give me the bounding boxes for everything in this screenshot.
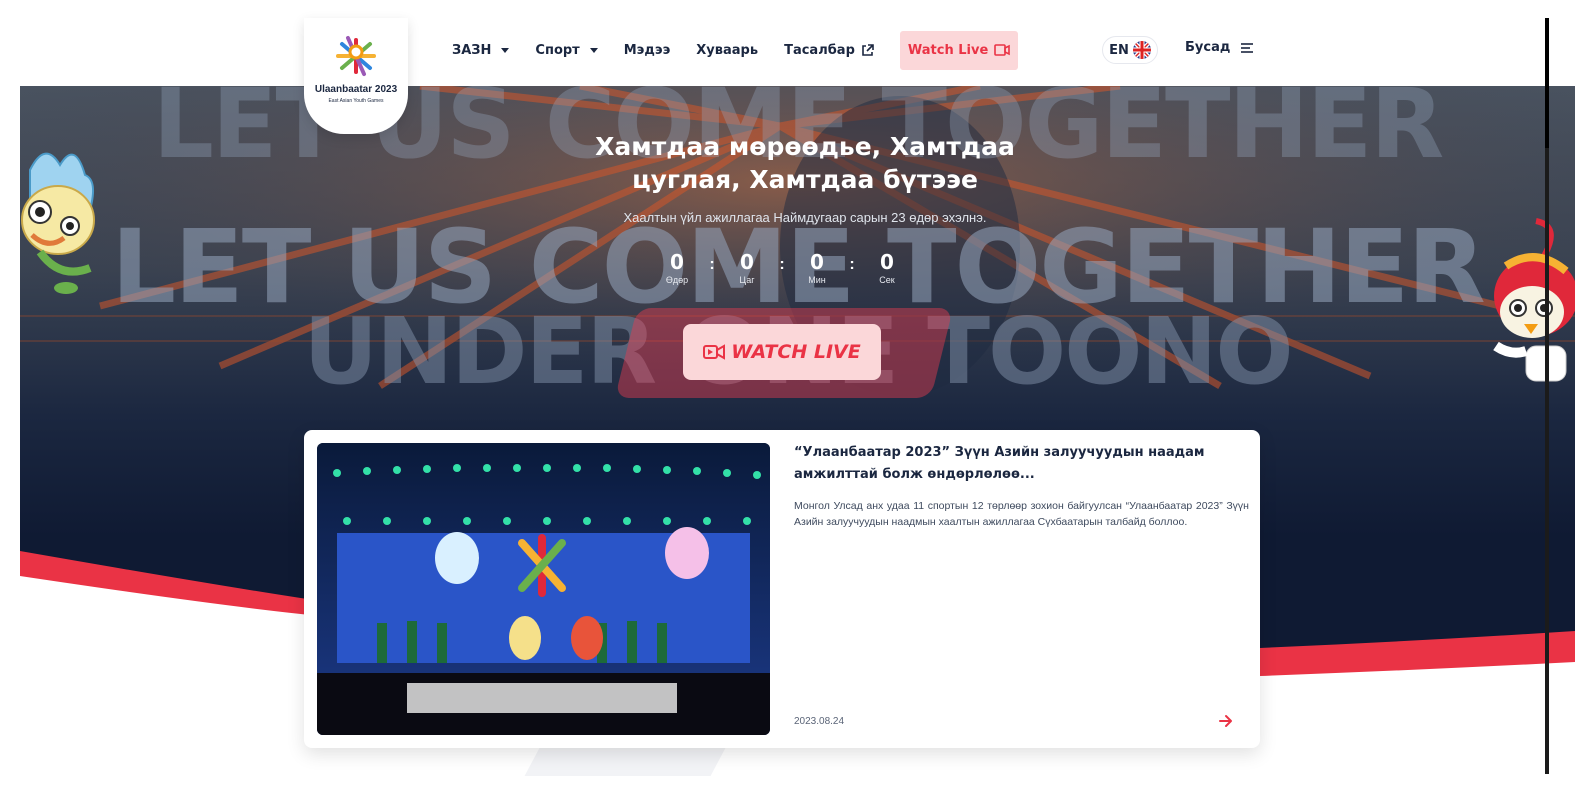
countdown-separator: :	[779, 256, 785, 273]
countdown-value: 0	[670, 250, 684, 274]
more-label: Бусад	[1185, 40, 1231, 55]
nav-item-schedule[interactable]: Хуваарь	[696, 43, 758, 58]
hero-subtitle: Хаалтын үйл ажиллагаа Наймдугаар сарын 2…	[623, 210, 987, 225]
mascot-right	[1493, 218, 1575, 382]
uk-flag-icon	[1132, 41, 1151, 59]
countdown-hours: 0 Цаг	[720, 250, 774, 285]
nav-item-zazn[interactable]: ЗАЗН	[452, 42, 510, 58]
decorative-shape	[524, 748, 726, 776]
chevron-down-icon	[589, 47, 598, 53]
countdown-separator: :	[709, 256, 715, 273]
countdown-label: Өдөр	[665, 275, 689, 285]
countdown-value: 0	[880, 250, 894, 274]
video-camera-icon	[703, 344, 726, 360]
countdown-value: 0	[810, 250, 824, 274]
arrow-right-icon[interactable]	[1218, 713, 1234, 729]
nav-item-label: ЗАЗН	[452, 42, 492, 58]
news-title[interactable]: “Улаанбаатар 2023” Зүүн Азийн залуучууды…	[794, 442, 1244, 486]
nav-item-label: Спорт	[535, 42, 580, 58]
nav-item-label: Тасалбар	[784, 42, 855, 58]
watch-live-button[interactable]: WATCH LIVE	[683, 324, 881, 380]
countdown-value: 0	[740, 250, 754, 274]
language-switcher[interactable]: EN	[1102, 36, 1158, 64]
external-link-icon	[862, 43, 874, 56]
nav-item-watch-live[interactable]: Watch Live	[899, 30, 1019, 70]
countdown-label: Сек	[879, 275, 895, 285]
main-nav: ЗАЗН Спорт Мэдээ Хуваарь Тасалбар Watch …	[452, 30, 1044, 70]
news-image	[317, 443, 770, 735]
menu-icon	[1241, 42, 1254, 53]
games-logo-icon	[336, 36, 376, 76]
page: LET US COME TOGETHER LET US COME TOGETHE…	[0, 0, 1589, 805]
nav-item-label: Хуваарь	[696, 42, 759, 58]
scrollbar-thumb[interactable]	[1545, 18, 1549, 148]
logo-subtitle: East Asian Youth Games	[328, 98, 384, 104]
nav-item-label: Мэдээ	[623, 42, 671, 58]
countdown-label: Цаг	[739, 275, 755, 285]
chevron-down-icon	[501, 47, 510, 53]
countdown-separator: :	[849, 256, 855, 273]
hero-title: Хамтдаа мөрөөдье, Хамтдаа цуглая, Хамтда…	[595, 132, 1015, 194]
nav-item-sport[interactable]: Спорт	[535, 42, 598, 58]
logo-title: Ulaanbaatar 2023	[314, 84, 398, 95]
nav-item-tickets[interactable]: Тасалбар	[784, 43, 874, 58]
countdown-days: 0 Өдөр	[650, 250, 704, 285]
news-card[interactable]: “Улаанбаатар 2023” Зүүн Азийн залуучууды…	[304, 430, 1260, 748]
nav-item-label: Watch Live	[907, 42, 989, 58]
logo[interactable]: Ulaanbaatar 2023 East Asian Youth Games	[304, 18, 408, 134]
news-date: 2023.08.24	[794, 716, 845, 727]
mascot-left	[21, 152, 95, 294]
video-camera-icon	[994, 44, 1011, 56]
site-header: Ulaanbaatar 2023 East Asian Youth Games …	[0, 0, 1589, 134]
countdown-seconds: 0 Сек	[860, 250, 914, 285]
countdown-minutes: 0 Мин	[790, 250, 844, 285]
news-description: Монгол Улсад анх удаа 11 спортын 12 төрл…	[794, 500, 1249, 528]
countdown: 0 Өдөр : 0 Цаг : 0 Мин : 0 Сек	[650, 250, 914, 285]
countdown-label: Мин	[808, 275, 826, 285]
ceremony-stage-image	[317, 443, 770, 735]
watch-live-label: WATCH LIVE	[731, 341, 861, 363]
more-menu-button[interactable]: Бусад	[1185, 40, 1254, 55]
language-label: EN	[1109, 42, 1129, 58]
nav-item-news[interactable]: Мэдээ	[624, 43, 671, 58]
